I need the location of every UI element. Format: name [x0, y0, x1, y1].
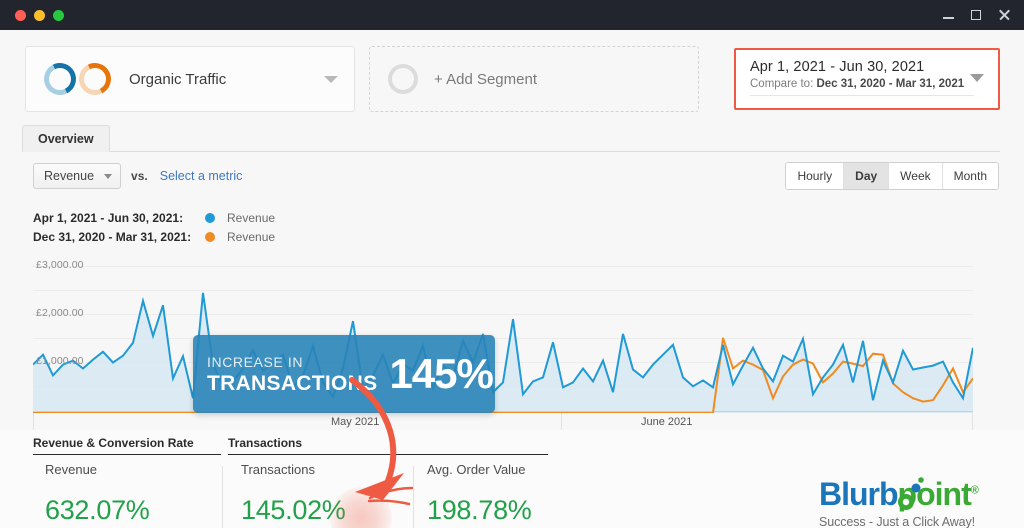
segment-bar: Organic Traffic + Add Segment Apr 1, 202…	[25, 46, 1000, 112]
metric-select-value: Revenue	[44, 169, 94, 183]
date-range-selector[interactable]: Apr 1, 2021 - Jun 30, 2021 Compare to: D…	[734, 48, 1000, 110]
close-icon[interactable]	[998, 9, 1010, 21]
donut-chart-blue-icon	[40, 59, 80, 99]
stat-percent-aov: 198.78%	[427, 495, 532, 526]
legend-period-current: Apr 1, 2021 - Jun 30, 2021:	[33, 211, 205, 225]
segment-organic-traffic[interactable]: Organic Traffic	[25, 46, 355, 112]
metric-select[interactable]: Revenue	[33, 163, 121, 189]
chart-plot-area	[33, 245, 973, 413]
y-axis-label-3000: £3,000.00	[36, 259, 84, 271]
granularity-week[interactable]: Week	[889, 163, 942, 189]
callout-text-block: INCREASE IN TRANSACTIONS	[207, 355, 377, 394]
select-a-metric-link[interactable]: Select a metric	[160, 169, 243, 183]
granularity-toggle-group: Hourly Day Week Month	[785, 162, 999, 190]
logo-part-blurb: Blurb	[819, 476, 898, 512]
logo-bubble-icon	[897, 476, 927, 510]
segment-label: Organic Traffic	[129, 71, 226, 88]
legend-period-compare: Dec 31, 2020 - Mar 31, 2021:	[33, 230, 205, 244]
legend-row-compare: Dec 31, 2020 - Mar 31, 2021: Revenue	[33, 227, 275, 246]
donut-chart-orange-icon	[75, 59, 115, 99]
brand-logo: Blurbpoint® Success - Just a Click Away!	[819, 478, 999, 528]
compare-prefix: Compare to:	[750, 78, 816, 90]
add-segment-label: + Add Segment	[434, 71, 537, 88]
stat-divider-1	[222, 466, 223, 528]
minimize-traffic-light[interactable]	[34, 10, 45, 21]
x-axis-label-may: May 2021	[331, 416, 379, 428]
chevron-down-icon	[104, 174, 112, 179]
empty-circle-icon	[388, 64, 418, 94]
metric-row: Revenue vs. Select a metric	[33, 163, 242, 189]
callout-line-2: TRANSACTIONS	[207, 373, 377, 394]
add-segment-button[interactable]: + Add Segment	[369, 46, 699, 112]
title-bar	[0, 0, 1024, 30]
legend-dot-compare	[205, 232, 215, 242]
y-axis-label-2000: £2,000.00	[36, 307, 84, 319]
window-controls	[943, 9, 1010, 21]
app-window: Organic Traffic + Add Segment Apr 1, 202…	[0, 0, 1024, 528]
granularity-month[interactable]: Month	[943, 163, 998, 189]
close-traffic-light[interactable]	[15, 10, 26, 21]
x-axis-label-june: June 2021	[641, 416, 692, 428]
stat-title-revenue: Revenue	[45, 462, 183, 477]
revenue-chart[interactable]: £3,000.00 £2,000.00 £1,000.00	[33, 245, 973, 413]
legend-row-current: Apr 1, 2021 - Jun 30, 2021: Revenue	[33, 208, 275, 227]
tab-overview[interactable]: Overview	[22, 125, 110, 152]
chevron-down-icon[interactable]	[324, 76, 338, 83]
stat-title-transactions: Transactions	[241, 462, 346, 477]
segment-donut-icons	[44, 63, 111, 95]
granularity-day[interactable]: Day	[844, 163, 889, 189]
tab-overview-label: Overview	[38, 132, 94, 146]
legend-dot-current	[205, 213, 215, 223]
logo-wordmark: Blurbpoint®	[819, 478, 999, 510]
date-range-compare: Compare to: Dec 31, 2020 - Mar 31, 2021	[750, 78, 974, 96]
chevron-down-icon[interactable]	[970, 74, 984, 82]
y-axis-label-1000: £1,000.00	[36, 355, 84, 367]
stat-percent-revenue: 632.07%	[45, 495, 183, 526]
maximize-icon[interactable]	[971, 10, 981, 20]
legend-series-compare: Revenue	[227, 230, 275, 244]
date-range-value: Apr 1, 2021 - Jun 30, 2021	[750, 59, 986, 75]
compare-range-value: Dec 31, 2020 - Mar 31, 2021	[816, 78, 964, 90]
stat-card-aov: Avg. Order Value 198.78% £77.52 vs £25.9…	[427, 462, 532, 528]
stats-group-revenue-title: Revenue & Conversion Rate	[33, 436, 221, 455]
tab-strip: Overview	[22, 125, 1000, 152]
granularity-hourly[interactable]: Hourly	[786, 163, 844, 189]
logo-registered-mark: ®	[971, 484, 978, 496]
logo-tagline: Success - Just a Click Away!	[819, 515, 999, 528]
traffic-light-buttons	[15, 10, 64, 21]
stats-group-transactions-title: Transactions	[228, 436, 548, 455]
callout-line-1: INCREASE IN	[207, 355, 377, 369]
legend-series-current: Revenue	[227, 211, 275, 225]
page-body: Organic Traffic + Add Segment Apr 1, 202…	[0, 30, 1024, 528]
stat-card-revenue: Revenue 632.07% £59,070.86 vs £8,069.01	[45, 462, 183, 528]
maximize-traffic-light[interactable]	[53, 10, 64, 21]
increase-callout-badge: INCREASE IN TRANSACTIONS 145%	[193, 335, 495, 413]
stat-title-aov: Avg. Order Value	[427, 462, 532, 477]
chart-legend: Apr 1, 2021 - Jun 30, 2021: Revenue Dec …	[33, 208, 275, 246]
stat-divider-2	[413, 466, 414, 528]
minimize-icon[interactable]	[943, 10, 954, 21]
callout-percent-value: 145%	[389, 353, 492, 395]
vs-label: vs.	[131, 169, 148, 183]
